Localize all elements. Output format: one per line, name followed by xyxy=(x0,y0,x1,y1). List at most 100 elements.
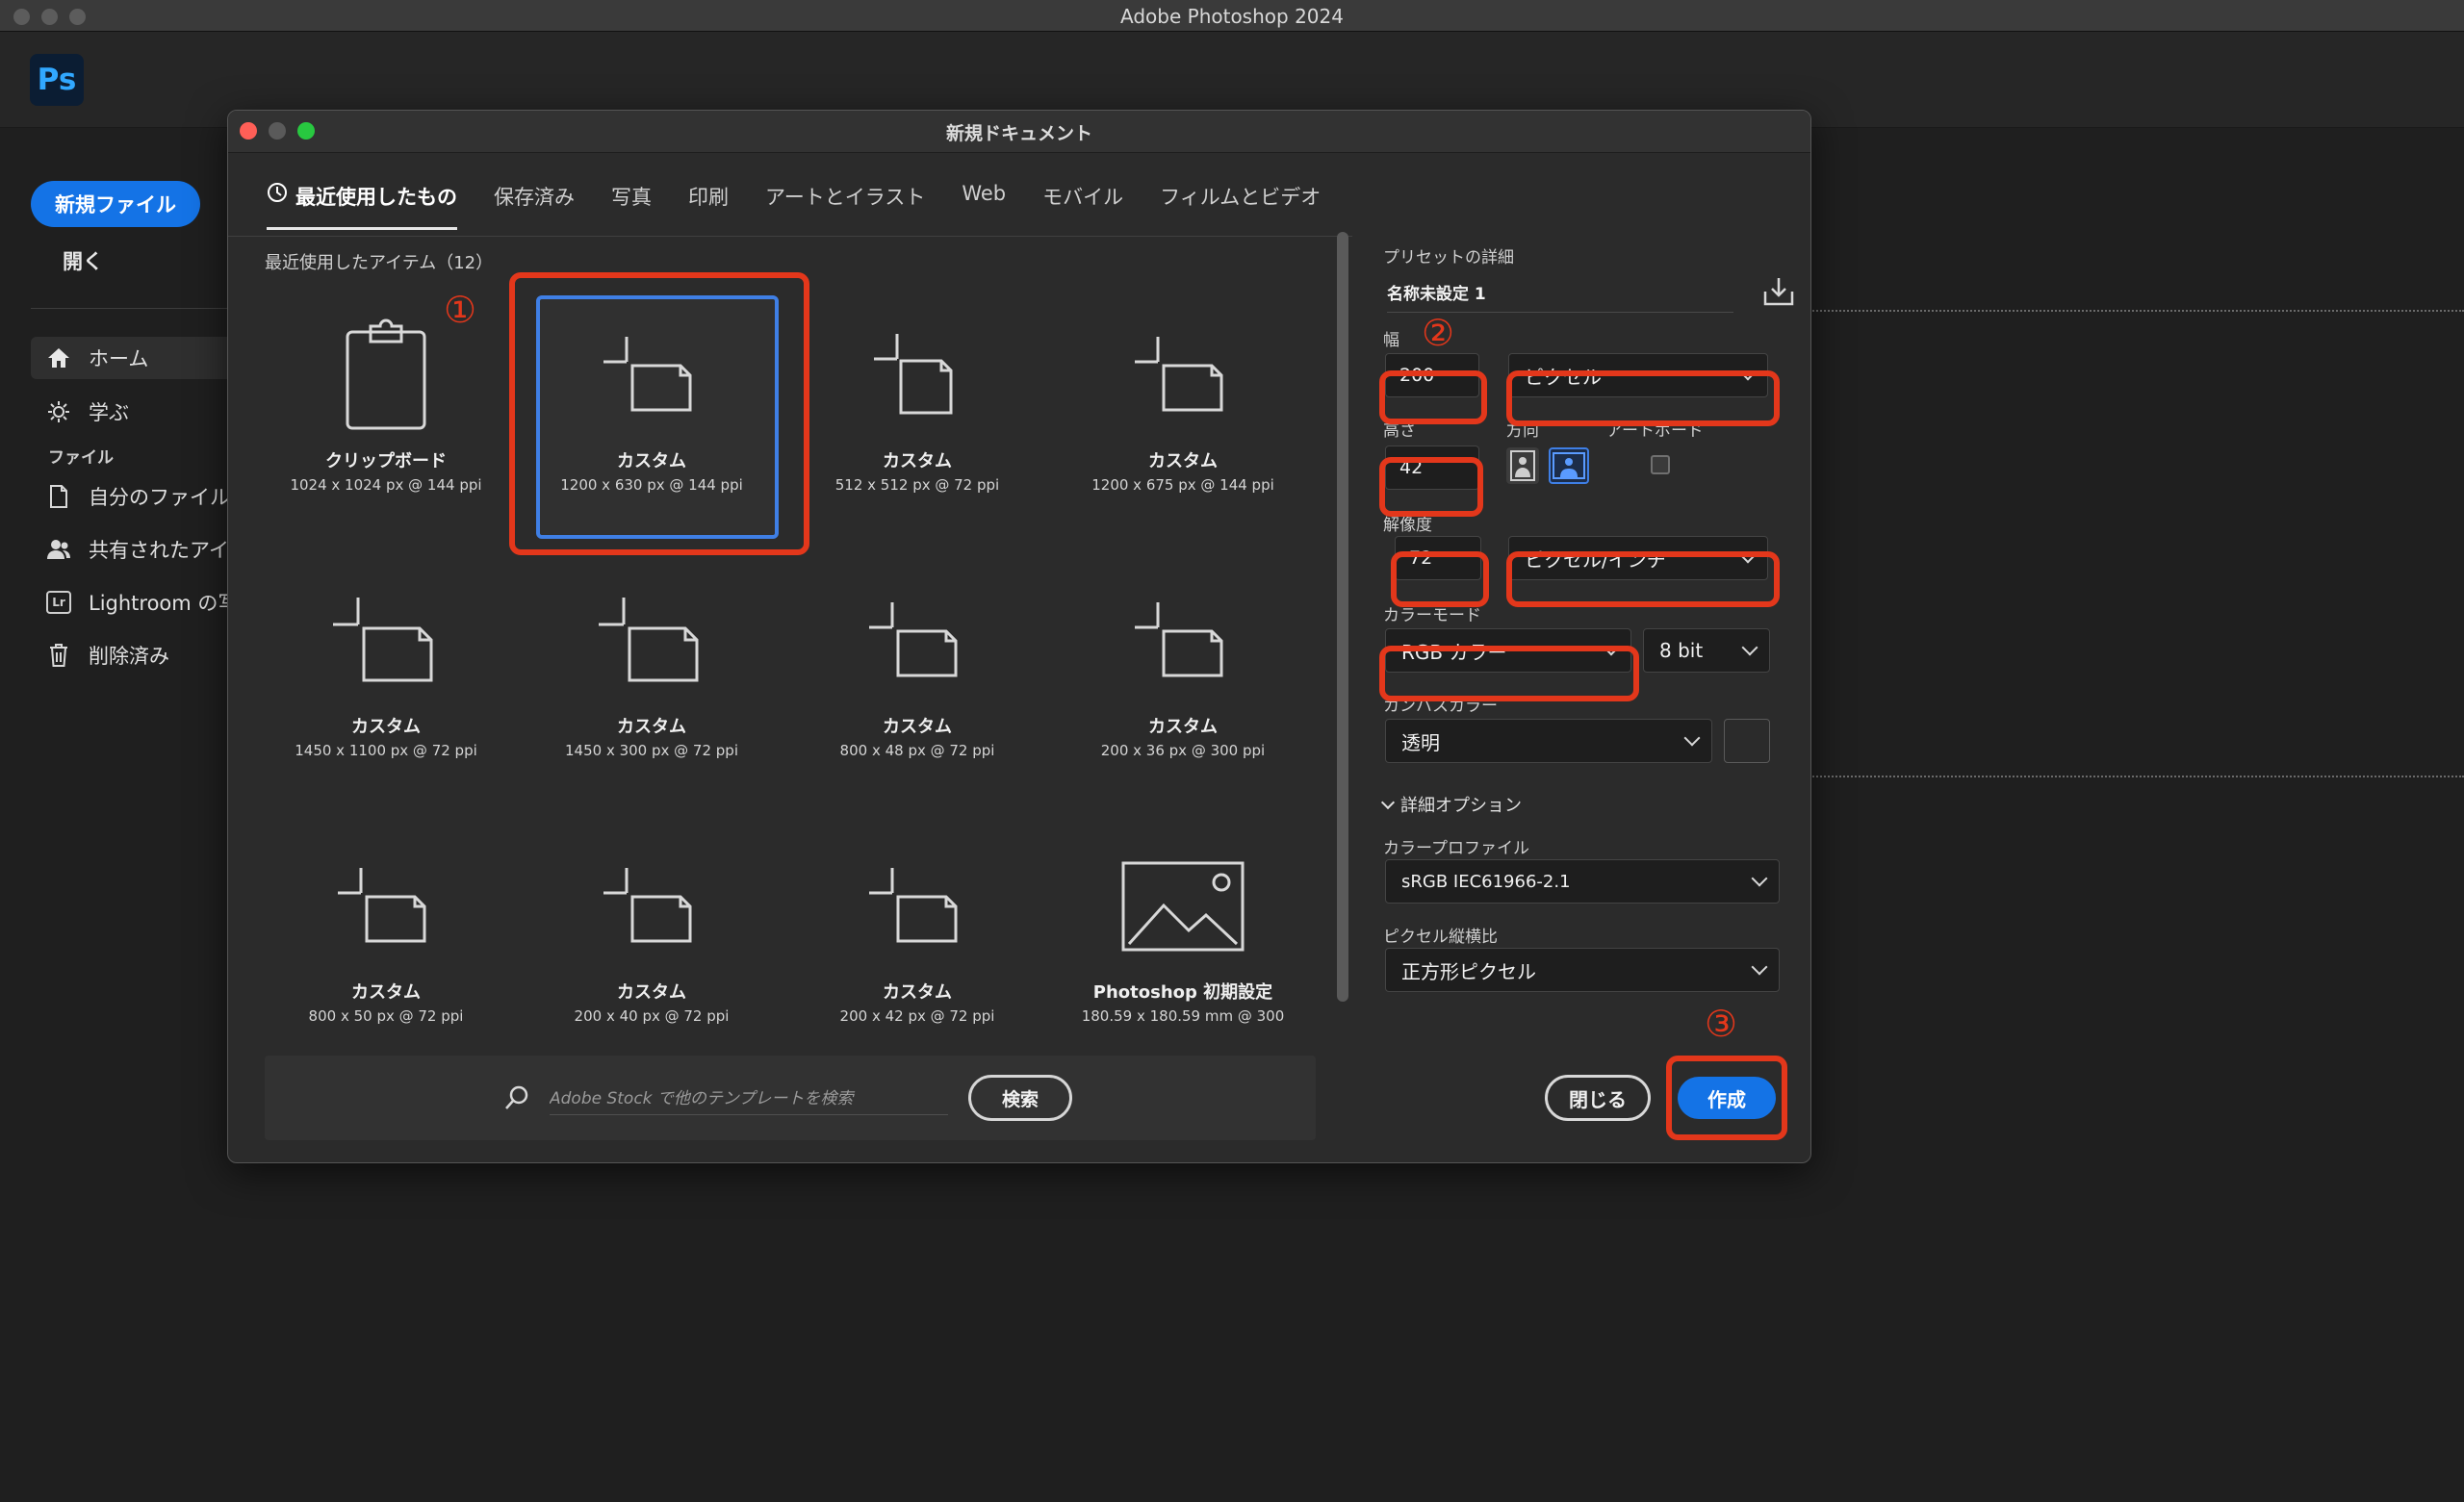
advanced-options-toggle[interactable]: 詳細オプション xyxy=(1380,792,1522,817)
sidebar-item-deleted[interactable]: 削除済み xyxy=(31,634,231,676)
color-mode-select[interactable]: RGB カラー xyxy=(1385,628,1631,673)
artboard-checkbox[interactable] xyxy=(1651,455,1670,474)
preset-size: 1450 x 300 px @ 72 ppi xyxy=(565,742,738,759)
chevron-down-icon xyxy=(1603,639,1620,656)
new-document-dialog: 新規ドキュメント 最近使用したもの 保存済み 写真 印刷 アートとイラスト We… xyxy=(227,110,1811,1163)
tab-saved[interactable]: 保存済み xyxy=(475,165,593,238)
document-icon xyxy=(796,313,1039,438)
width-input[interactable]: 200 xyxy=(1385,353,1479,397)
create-button[interactable]: 作成 xyxy=(1678,1077,1776,1119)
tab-photo[interactable]: 写真 xyxy=(593,165,670,238)
clipboard-icon xyxy=(265,313,507,438)
preset-size: 512 x 512 px @ 72 ppi xyxy=(834,476,1000,494)
preset-tile-photoshop-default[interactable]: Photoshop 初期設定 180.59 x 180.59 mm @ 300 xyxy=(1062,815,1304,1060)
preset-tile-custom[interactable]: カスタム 1450 x 300 px @ 72 ppi xyxy=(530,549,773,795)
preset-tile-custom-selected[interactable]: カスタム 1200 x 630 px @ 144 ppi xyxy=(530,284,779,539)
color-mode-label: カラーモード xyxy=(1383,606,1481,625)
preset-tile-custom[interactable]: カスタム 1200 x 675 px @ 144 ppi xyxy=(1062,284,1304,529)
chevron-down-icon xyxy=(1751,870,1768,887)
document-icon xyxy=(530,844,773,969)
canvas-color-swatch[interactable] xyxy=(1724,719,1770,763)
lightroom-icon: Lr xyxy=(46,590,71,615)
document-icon xyxy=(265,578,507,703)
os-titlebar: Adobe Photoshop 2024 xyxy=(0,0,2464,32)
photoshop-logo: Ps xyxy=(30,54,84,106)
open-button[interactable]: 開く xyxy=(63,246,103,275)
tab-label: 最近使用したもの xyxy=(295,186,457,209)
sidebar-divider xyxy=(31,308,231,309)
canvas-color-select[interactable]: 透明 xyxy=(1385,719,1712,763)
background-divider xyxy=(1810,776,2464,777)
preset-details-panel: プリセットの詳細 名称未設定 1 幅 200 ピクセル 高さ 方向 アートボード… xyxy=(1379,232,1803,1156)
sidebar-item-my-files[interactable]: 自分のファイル xyxy=(31,475,231,518)
preset-tile-custom[interactable]: カスタム 512 x 512 px @ 72 ppi xyxy=(796,284,1039,529)
search-icon xyxy=(503,1084,530,1115)
document-name-field[interactable]: 名称未設定 1 xyxy=(1387,272,1733,313)
width-unit-select[interactable]: ピクセル xyxy=(1508,353,1768,397)
preset-size: 200 x 36 px @ 300 ppi xyxy=(1100,742,1266,759)
color-profile-value: sRGB IEC61966-2.1 xyxy=(1401,871,1571,892)
color-profile-select[interactable]: sRGB IEC61966-2.1 xyxy=(1385,859,1780,904)
sidebar-item-label: Lightroom の写真 xyxy=(89,592,231,615)
preset-tile-custom[interactable]: カスタム 200 x 40 px @ 72 ppi xyxy=(530,815,773,1060)
resolution-unit-select[interactable]: ピクセル/インチ xyxy=(1508,536,1768,580)
height-input[interactable]: 42 xyxy=(1385,446,1479,490)
tab-film-video[interactable]: フィルムとビデオ xyxy=(1142,165,1339,238)
search-button[interactable]: 検索 xyxy=(968,1075,1072,1121)
preset-tile-custom[interactable]: カスタム 1450 x 1100 px @ 72 ppi xyxy=(265,549,507,795)
clock-icon xyxy=(267,182,288,208)
preset-tile-custom[interactable]: カスタム 200 x 42 px @ 72 ppi xyxy=(796,815,1039,1060)
category-tabs: 最近使用したもの 保存済み 写真 印刷 アートとイラスト Web モバイル フィ… xyxy=(267,165,1339,238)
tab-web[interactable]: Web xyxy=(943,165,1024,238)
document-icon xyxy=(530,578,773,703)
tab-print[interactable]: 印刷 xyxy=(670,165,747,238)
sidebar-item-shared[interactable]: 共有されたアイテム xyxy=(31,528,231,571)
sidebar-item-lightroom[interactable]: Lr Lightroom の写真 xyxy=(31,581,231,624)
preset-size: 200 x 42 px @ 72 ppi xyxy=(839,1007,995,1025)
document-icon xyxy=(1062,313,1304,438)
preset-name: カスタム xyxy=(883,982,952,1003)
chevron-down-icon xyxy=(1751,958,1768,976)
preset-name: カスタム xyxy=(351,717,421,737)
preset-size: 800 x 50 px @ 72 ppi xyxy=(308,1007,464,1025)
preset-tile-custom[interactable]: カスタム 800 x 48 px @ 72 ppi xyxy=(796,549,1039,795)
advanced-options-label: 詳細オプション xyxy=(1400,796,1522,816)
preset-tile-custom[interactable]: カスタム 200 x 36 px @ 300 ppi xyxy=(1062,549,1304,795)
preset-grid-scrollbar[interactable] xyxy=(1337,232,1348,1002)
preset-tile-clipboard[interactable]: クリップボード 1024 x 1024 px @ 144 ppi xyxy=(265,284,507,529)
sidebar-item-learn[interactable]: 学ぶ xyxy=(31,391,231,433)
preset-name: カスタム xyxy=(617,451,686,471)
portrait-orientation-button[interactable] xyxy=(1506,447,1539,484)
save-preset-icon[interactable] xyxy=(1762,276,1795,311)
new-file-button[interactable]: 新規ファイル xyxy=(31,181,200,227)
color-profile-label: カラープロファイル xyxy=(1383,839,1529,858)
document-icon xyxy=(796,578,1039,703)
pixel-aspect-select[interactable]: 正方形ピクセル xyxy=(1385,948,1780,992)
pixel-aspect-value: 正方形ピクセル xyxy=(1401,959,1536,983)
close-dialog-button[interactable]: 閉じる xyxy=(1545,1075,1651,1121)
artboard-label: アートボード xyxy=(1606,421,1704,441)
preset-name: カスタム xyxy=(617,717,686,737)
chevron-down-icon xyxy=(1683,729,1701,747)
landscape-orientation-button[interactable] xyxy=(1549,447,1589,484)
sidebar-item-home[interactable]: ホーム xyxy=(31,337,231,379)
tab-mobile[interactable]: モバイル xyxy=(1024,165,1142,238)
trash-icon xyxy=(46,643,71,668)
sidebar-item-label: 削除済み xyxy=(89,645,169,668)
document-icon xyxy=(796,844,1039,969)
width-label: 幅 xyxy=(1383,331,1399,350)
bit-depth-select[interactable]: 8 bit xyxy=(1643,628,1770,673)
lightbulb-icon xyxy=(46,399,71,424)
pixel-aspect-label: ピクセル縦横比 xyxy=(1383,928,1498,947)
resolution-input[interactable]: 72 xyxy=(1395,536,1481,580)
tab-recent[interactable]: 最近使用したもの xyxy=(267,165,475,238)
app-window-title: Adobe Photoshop 2024 xyxy=(1120,5,1344,28)
home-sidebar: 新規ファイル 開く ホーム 学ぶ ファイル 自分のファイル 共有されたアイテム … xyxy=(0,129,231,1502)
preset-tile-custom[interactable]: カスタム 800 x 50 px @ 72 ppi xyxy=(265,815,507,1060)
file-icon xyxy=(46,484,71,509)
height-label: 高さ xyxy=(1383,421,1416,441)
orientation-label: 方向 xyxy=(1506,421,1539,441)
stock-search-input[interactable] xyxy=(550,1082,948,1115)
tab-art-illustration[interactable]: アートとイラスト xyxy=(747,165,943,238)
preset-details-heading: プリセットの詳細 xyxy=(1383,248,1514,267)
